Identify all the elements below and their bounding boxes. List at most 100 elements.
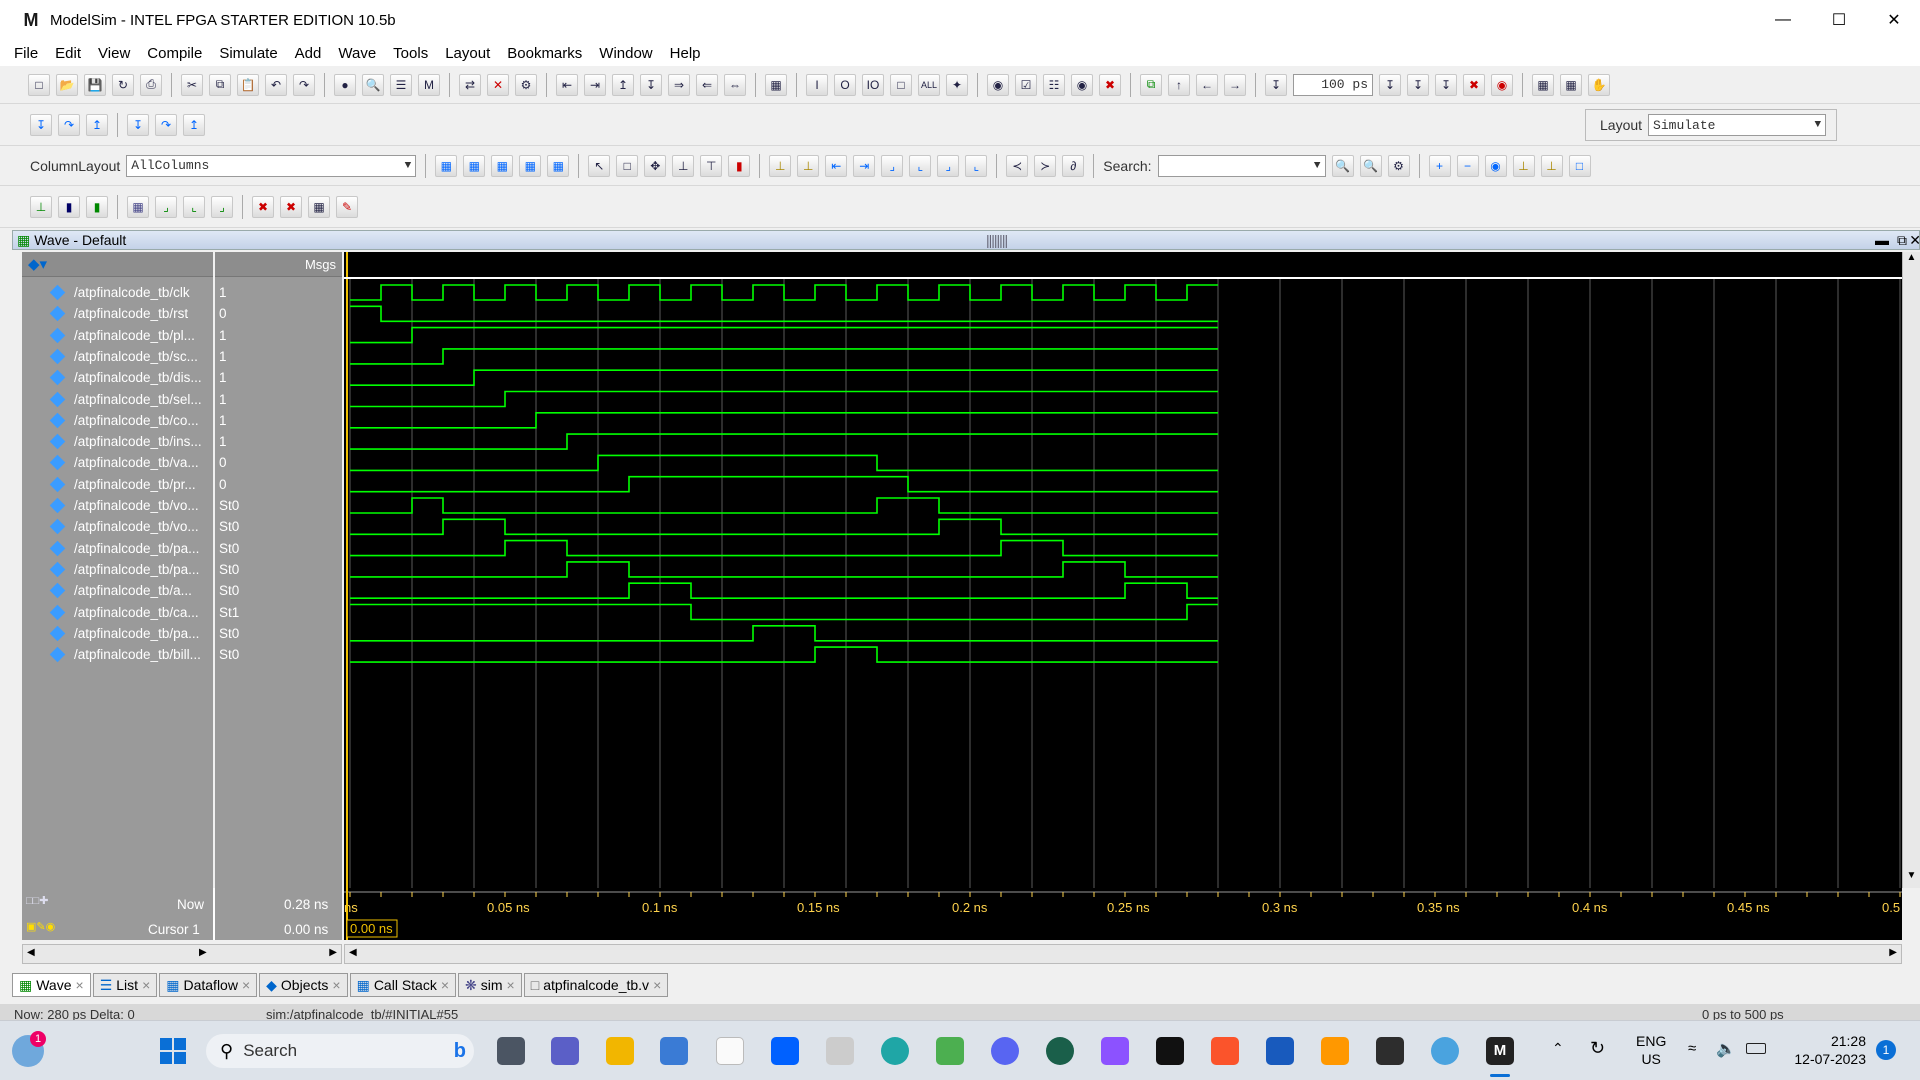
settings-icon[interactable]: ⚙: [515, 73, 537, 96]
memory-icon[interactable]: ▦: [765, 73, 787, 96]
time-ruler[interactable]: ns 0.05 ns 0.1 ns 0.15 ns 0.2 ns 0.25 ns 0.3 n…: [344, 888, 1902, 940]
c-step-into-icon[interactable]: ↧: [127, 113, 149, 136]
tab-objects[interactable]: ◆ Objects ×: [259, 973, 348, 997]
format-step-icon[interactable]: ⌞: [183, 195, 205, 218]
taskbar-search[interactable]: ⚲ Search b: [206, 1034, 474, 1068]
terminal-icon[interactable]: [1376, 1037, 1404, 1065]
filter-in-icon[interactable]: I: [806, 73, 828, 96]
vertical-scrollbar[interactable]: ▲ ▼: [1902, 252, 1920, 888]
close-icon[interactable]: ×: [142, 977, 150, 993]
back-arrow-icon[interactable]: ←: [1196, 73, 1218, 96]
signal-row[interactable]: /atpfinalcode_tb/va...: [22, 452, 213, 473]
format-analog-icon[interactable]: ▮: [86, 195, 108, 218]
next-transition-icon[interactable]: ⌞: [909, 154, 932, 177]
tab-call-stack[interactable]: ▦ Call Stack ×: [349, 973, 457, 997]
select-pointer-icon[interactable]: ↖: [588, 154, 611, 177]
scroll-left-arrow-icon[interactable]: ◀: [27, 947, 35, 958]
tab-wave[interactable]: ▦ Wave ×: [12, 973, 91, 997]
signal-row[interactable]: /atpfinalcode_tb/sc...: [22, 346, 213, 367]
prev-transition-icon[interactable]: ⌟: [881, 154, 904, 177]
remove-all-cursors-icon[interactable]: ✖: [280, 195, 302, 218]
waveform-display[interactable]: [344, 252, 1902, 888]
layout-dropdown[interactable]: Simulate ▼: [1648, 114, 1827, 136]
edge-prev-icon[interactable]: ⇤: [556, 73, 578, 96]
signal-row[interactable]: /atpfinalcode_tb/a...: [22, 580, 213, 601]
menu-edit[interactable]: Edit: [55, 45, 81, 62]
menu-window[interactable]: Window: [599, 45, 652, 62]
collapse-time-icon[interactable]: ≻: [1034, 154, 1057, 177]
tab-source-file[interactable]: □ atpfinalcode_tb.v ×: [523, 973, 669, 997]
globe-app-icon[interactable]: [1431, 1037, 1459, 1065]
battery-icon[interactable]: [1746, 1043, 1766, 1054]
menu-layout[interactable]: Layout: [445, 45, 490, 62]
filter-io-icon[interactable]: IO: [862, 73, 884, 96]
task-view-icon[interactable]: [497, 1037, 525, 1065]
photos-icon[interactable]: [936, 1037, 964, 1065]
brave-browser-icon[interactable]: [1211, 1037, 1239, 1065]
zoom-in-icon[interactable]: +: [1428, 154, 1451, 177]
expand-time-icon[interactable]: ≺: [1006, 154, 1029, 177]
zoom-mode-icon[interactable]: □: [616, 154, 639, 177]
falling-edge-icon[interactable]: ⌟: [937, 154, 960, 177]
wave-compare-icon[interactable]: ▦: [308, 195, 330, 218]
microsoft-store-icon[interactable]: [660, 1037, 688, 1065]
discord-icon[interactable]: [991, 1037, 1019, 1065]
forward-arrow-icon[interactable]: →: [1224, 73, 1246, 96]
reload-icon[interactable]: ↻: [112, 73, 134, 96]
scroll-right-arrow-icon[interactable]: ▶: [329, 947, 337, 958]
run-step-icon[interactable]: ↧: [1435, 73, 1457, 96]
signal-row[interactable]: /atpfinalcode_tb/ins...: [22, 431, 213, 452]
run-all-icon[interactable]: ↧: [1407, 73, 1429, 96]
zoom-cursor-icon[interactable]: ⊥: [1512, 154, 1535, 177]
print-icon[interactable]: ⎙: [140, 73, 162, 96]
modelsim-taskbar-icon[interactable]: M: [1486, 1037, 1514, 1065]
close-icon[interactable]: ×: [653, 977, 661, 993]
zoom-out-icon[interactable]: −: [1456, 154, 1479, 177]
chatgpt-icon[interactable]: [1046, 1037, 1074, 1065]
notepad-icon[interactable]: [716, 1037, 744, 1065]
signal-row[interactable]: /atpfinalcode_tb/pl...: [22, 325, 213, 346]
next-edge-icon[interactable]: ⇥: [853, 154, 876, 177]
menu-add[interactable]: Add: [295, 45, 322, 62]
tab-dataflow[interactable]: ▦ Dataflow ×: [159, 973, 258, 997]
measure-icon[interactable]: ⊤: [700, 154, 723, 177]
delete-icon[interactable]: ✕: [487, 73, 509, 96]
search-next-icon[interactable]: 🔍: [1359, 154, 1382, 177]
delete-cursor-icon[interactable]: ⊥: [797, 154, 820, 177]
hand-icon[interactable]: ✋: [1588, 73, 1610, 96]
cover-directive-icon[interactable]: ☷: [1043, 73, 1065, 96]
signal-row[interactable]: /atpfinalcode_tb/sel...: [22, 389, 213, 410]
open-folder-icon[interactable]: 📂: [56, 73, 78, 96]
tab-sim[interactable]: ❋ sim ×: [458, 973, 522, 997]
close-button[interactable]: ✕: [1866, 0, 1920, 40]
search-input[interactable]: ▼: [1157, 154, 1326, 177]
add-log-icon[interactable]: ▦: [519, 154, 542, 177]
close-icon[interactable]: ×: [441, 977, 449, 993]
break-icon[interactable]: ✖: [1463, 73, 1485, 96]
step-into-icon[interactable]: ↧: [30, 113, 52, 136]
remove-cursor-icon[interactable]: ✖: [252, 195, 274, 218]
edge-browser-icon[interactable]: [881, 1037, 909, 1065]
close-icon[interactable]: ×: [242, 977, 250, 993]
close-icon[interactable]: ×: [76, 977, 84, 993]
fsm-icon[interactable]: ◉: [1071, 73, 1093, 96]
search-options-icon[interactable]: ⚙: [1387, 154, 1410, 177]
format-pulse-icon[interactable]: ⌟: [211, 195, 233, 218]
clear-compare-icon[interactable]: ✎: [336, 195, 358, 218]
close-icon[interactable]: ×: [507, 977, 515, 993]
edge-next-icon[interactable]: ⇥: [584, 73, 606, 96]
zoom-last-icon[interactable]: □: [1568, 154, 1591, 177]
step-out-icon[interactable]: ↥: [86, 113, 108, 136]
clear-coverage-icon[interactable]: ✖: [1099, 73, 1121, 96]
tab-list[interactable]: ☰ List ×: [92, 973, 158, 997]
signal-row[interactable]: /atpfinalcode_tb/vo...: [22, 495, 213, 516]
signal-row[interactable]: /atpfinalcode_tb/pr...: [22, 474, 213, 495]
signal-row[interactable]: /atpfinalcode_tb/pa...: [22, 623, 213, 644]
signal-row[interactable]: /atpfinalcode_tb/clk: [22, 282, 213, 303]
run-length-field[interactable]: 100 ps: [1293, 73, 1373, 96]
menu-compile[interactable]: Compile: [147, 45, 202, 62]
maximize-button[interactable]: ☐: [1811, 0, 1867, 40]
teams-chat-icon[interactable]: [551, 1037, 579, 1065]
zoom-between-cursors-icon[interactable]: ⊥: [1540, 154, 1563, 177]
scroll-left-arrow-icon[interactable]: ◀: [349, 947, 357, 958]
